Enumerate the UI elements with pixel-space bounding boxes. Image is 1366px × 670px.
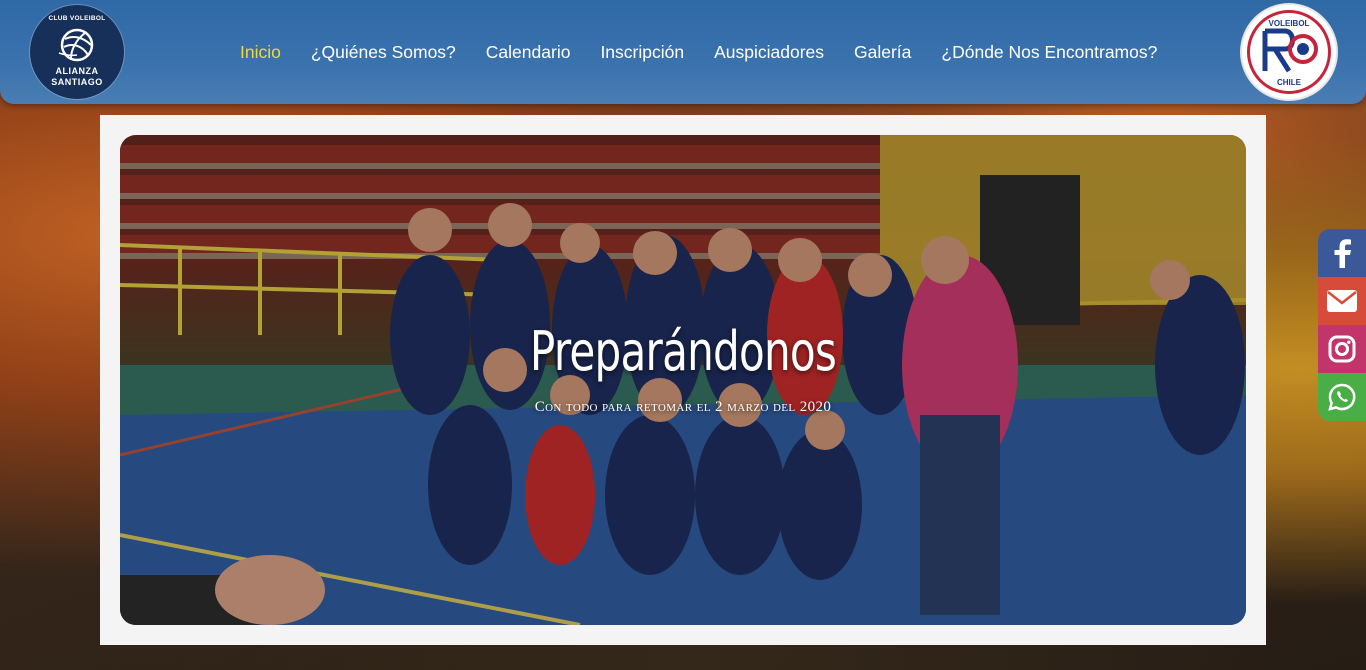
social-sidebar: [1318, 229, 1366, 421]
instagram-button[interactable]: [1318, 325, 1366, 373]
facebook-button[interactable]: [1318, 229, 1366, 277]
mail-icon: [1327, 290, 1357, 312]
facebook-icon: [1334, 239, 1351, 268]
nav-item-donde-nos-encontramos[interactable]: ¿Dónde Nos Encontramos?: [941, 40, 1157, 64]
main-nav: Inicio ¿Quiénes Somos? Calendario Inscri…: [240, 40, 1157, 64]
nav-item-galeria[interactable]: Galería: [854, 40, 911, 64]
logo-club-text: CLUB VOLEIBOL: [48, 15, 106, 22]
federation-logo-bottom-text: CHILE: [1277, 78, 1301, 87]
nav-item-quienes-somos[interactable]: ¿Quiénes Somos?: [311, 40, 456, 64]
federation-logo[interactable]: VOLEIBOL CHILE: [1242, 5, 1336, 99]
hero-slide[interactable]: Preparándonos Con todo para retomar el 2…: [120, 135, 1246, 625]
logo-name-line1: ALIANZA: [55, 66, 99, 76]
hero-title: Preparándonos: [529, 320, 837, 383]
nav-item-inscripcion[interactable]: Inscripción: [600, 40, 684, 64]
site-header: CLUB VOLEIBOL ALIANZA SANTIAGO Inicio ¿Q…: [0, 0, 1366, 104]
nav-item-calendario[interactable]: Calendario: [486, 40, 571, 64]
logo-name-line2: SANTIAGO: [51, 77, 103, 87]
club-logo[interactable]: CLUB VOLEIBOL ALIANZA SANTIAGO: [30, 5, 124, 99]
content-panel: Preparándonos Con todo para retomar el 2…: [100, 115, 1266, 645]
nav-item-auspiciadores[interactable]: Auspiciadores: [714, 40, 824, 64]
hero-subtitle: Con todo para retomar el 2 marzo del 202…: [534, 399, 832, 415]
nav-item-inicio[interactable]: Inicio: [240, 40, 281, 64]
instagram-icon: [1328, 335, 1356, 363]
whatsapp-button[interactable]: [1318, 373, 1366, 421]
email-button[interactable]: [1318, 277, 1366, 325]
whatsapp-icon: [1328, 383, 1356, 411]
federation-emblem-icon: [1262, 28, 1318, 73]
volleyball-icon: [58, 28, 94, 62]
